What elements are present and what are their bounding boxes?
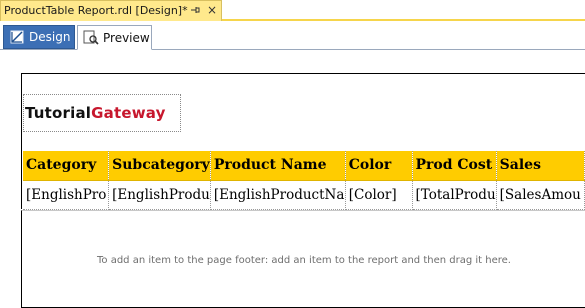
tab-design[interactable]: Design (3, 25, 75, 49)
header-cell-sales[interactable]: Sales (496, 151, 585, 181)
detail-cell-subcategory[interactable]: [EnglishProdu (108, 180, 211, 210)
detail-cell-prod-cost[interactable]: [TotalProdu (412, 180, 497, 210)
report-body[interactable]: TutorialGateway Category Subcategory Pro… (21, 73, 585, 210)
page-footer-hint: To add an item to the page footer: add a… (97, 255, 511, 266)
tab-preview-label: Preview (103, 30, 150, 45)
detail-cell-sales[interactable]: [SalesAmou (496, 180, 585, 210)
detail-cell-category[interactable]: [EnglishPro (23, 180, 110, 210)
page-footer-area[interactable]: To add an item to the page footer: add a… (21, 210, 585, 308)
document-tab-title: ProductTable Report.rdl [Design]* (4, 4, 188, 17)
header-cell-product-name[interactable]: Product Name (210, 151, 346, 181)
detail-cell-product-name[interactable]: [EnglishProductNa (210, 180, 346, 210)
report-table[interactable]: Category Subcategory Product Name Color … (23, 151, 585, 210)
close-icon[interactable]: × (206, 3, 218, 17)
header-cell-color[interactable]: Color (345, 151, 413, 181)
header-cell-category[interactable]: Category (23, 151, 110, 181)
logo-text-gateway: Gateway (91, 104, 166, 122)
logo-text-tutorial: Tutorial (25, 104, 92, 122)
tab-preview[interactable]: Preview (77, 25, 152, 50)
header-cell-subcategory[interactable]: Subcategory (108, 151, 211, 181)
logo: TutorialGateway (25, 104, 166, 122)
document-tab-strip: ProductTable Report.rdl [Design]* × (0, 0, 585, 21)
header-cell-prod-cost[interactable]: Prod Cost (412, 151, 497, 181)
preview-magnifier-icon (83, 30, 99, 46)
table-header-row: Category Subcategory Product Name Color … (23, 151, 585, 181)
view-tab-bar: Design Preview (0, 23, 585, 50)
design-surface: TutorialGateway Category Subcategory Pro… (0, 51, 585, 308)
logo-image[interactable]: TutorialGateway (23, 94, 181, 132)
tab-design-label: Design (29, 30, 71, 44)
document-tab[interactable]: ProductTable Report.rdl [Design]* × (0, 0, 222, 21)
design-ruler-icon (9, 29, 25, 45)
detail-cell-color[interactable]: [Color] (345, 180, 413, 210)
table-detail-row: [EnglishPro [EnglishProdu [EnglishProduc… (23, 180, 585, 210)
pin-icon[interactable] (189, 4, 201, 16)
